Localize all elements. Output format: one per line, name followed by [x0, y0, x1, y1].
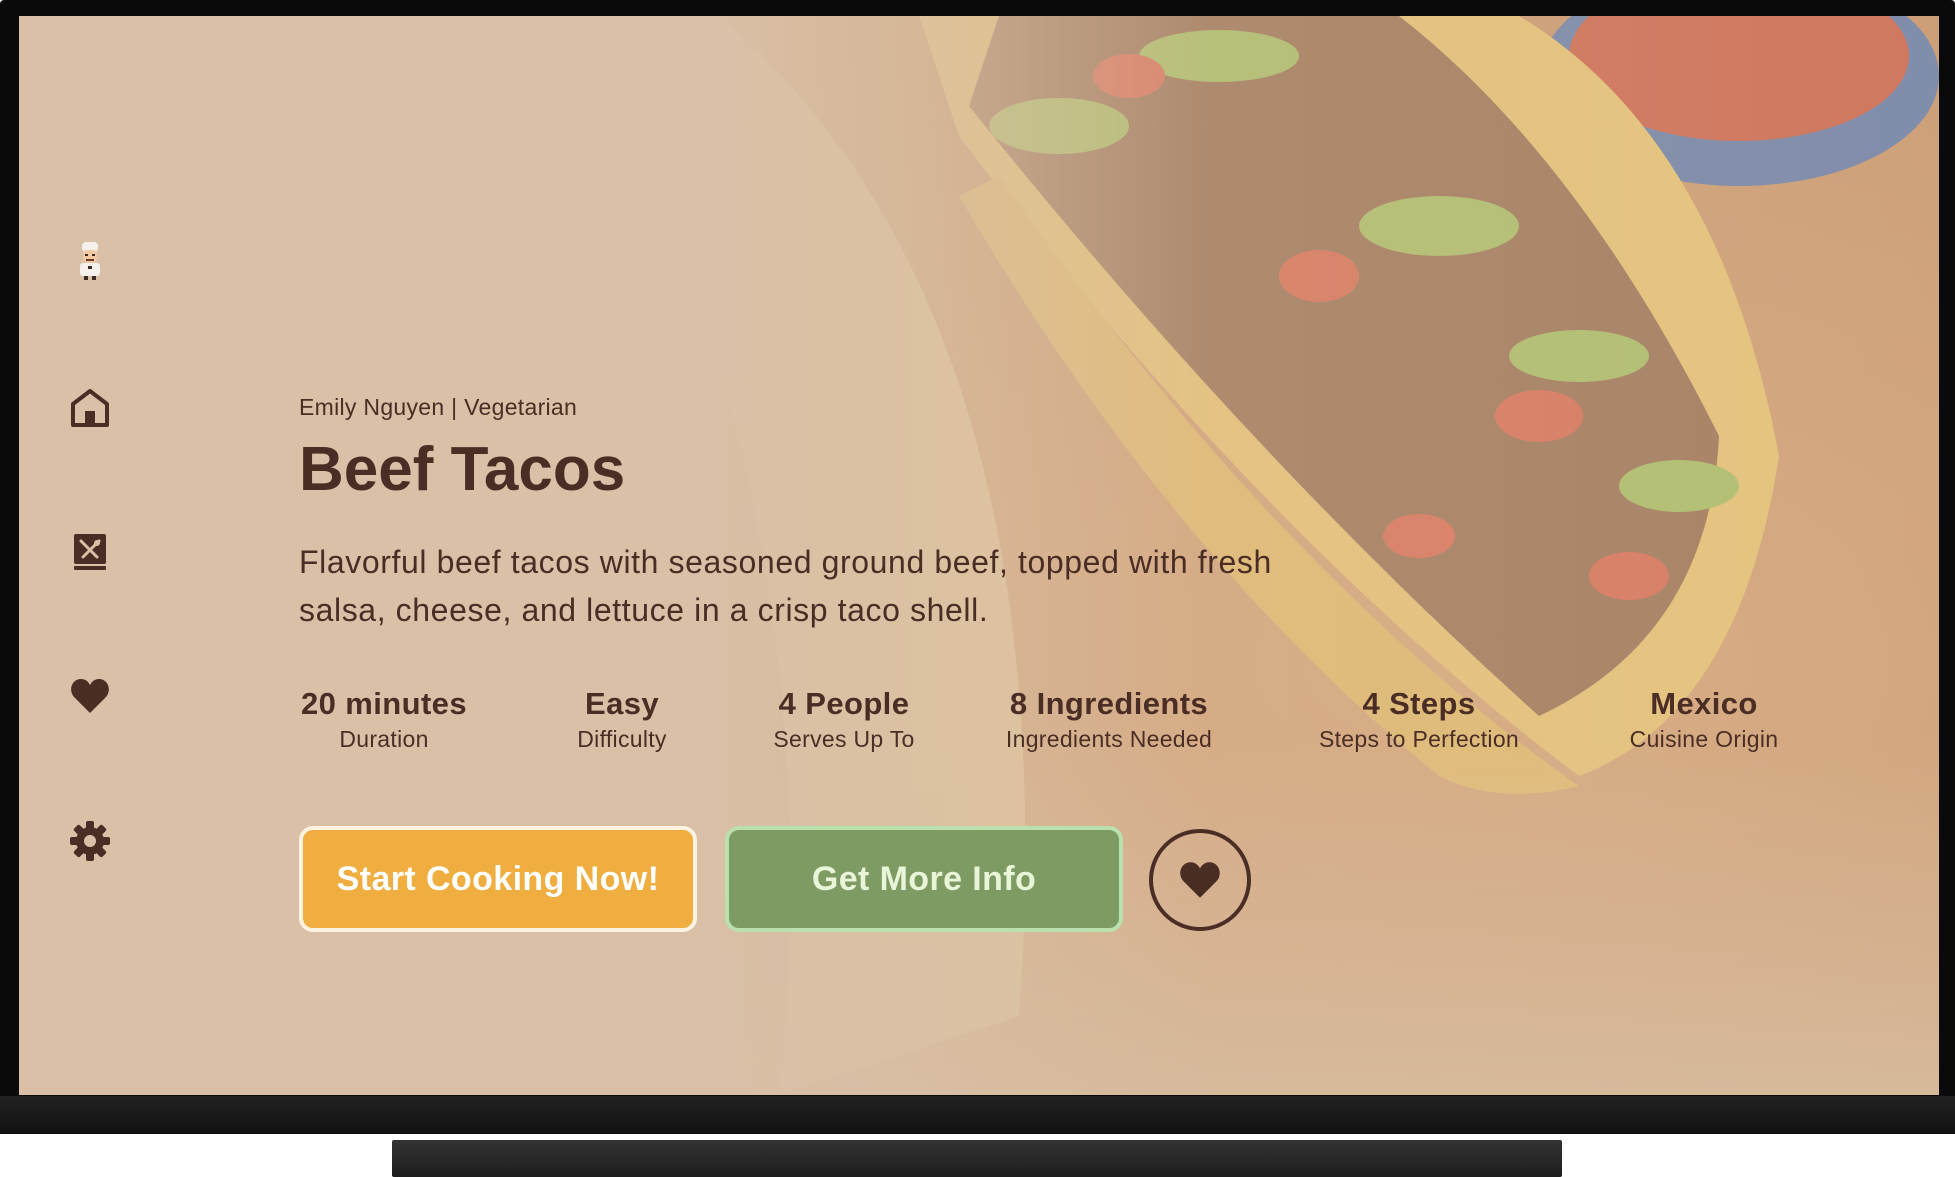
sidebar-item-home[interactable]	[67, 385, 113, 431]
heart-icon	[71, 679, 109, 713]
stat-value: 4 People	[778, 686, 910, 721]
recipe-title: Beef Tacos	[299, 435, 626, 504]
stat-steps: 4 Steps Steps to Perfection	[1299, 686, 1539, 753]
sidebar-item-recipes[interactable]	[67, 529, 113, 575]
recipe-book-icon	[74, 534, 106, 570]
get-more-info-button[interactable]: Get More Info	[725, 826, 1123, 932]
stat-value: Easy	[585, 686, 659, 721]
sidebar-item-favorites[interactable]	[67, 673, 113, 719]
stat-value: 20 minutes	[301, 686, 467, 721]
stat-servings: 4 People Serves Up To	[759, 686, 929, 753]
stat-ingredients: 8 Ingredients Ingredients Needed	[989, 686, 1229, 753]
stat-cuisine: Mexico Cuisine Origin	[1624, 686, 1784, 753]
tv-screen: Emily Nguyen | Vegetarian Beef Tacos Fla…	[19, 16, 1939, 1095]
recipe-byline: Emily Nguyen | Vegetarian	[299, 394, 578, 420]
home-icon	[71, 389, 109, 427]
stat-difficulty: Easy Difficulty	[562, 686, 682, 753]
favorite-button[interactable]	[1149, 829, 1251, 931]
gear-icon	[70, 821, 110, 861]
recipe-description: Flavorful beef tacos with seasoned groun…	[299, 544, 1272, 628]
tv-stand	[392, 1140, 1562, 1177]
sidebar-item-profile[interactable]	[67, 238, 113, 284]
stat-label: Cuisine Origin	[1629, 726, 1779, 752]
stat-label: Ingredients Needed	[1005, 726, 1213, 752]
stat-duration: 20 minutes Duration	[299, 686, 469, 753]
start-cooking-button[interactable]: Start Cooking Now!	[299, 826, 697, 932]
stat-label: Difficulty	[577, 726, 667, 752]
heart-icon	[1180, 862, 1220, 898]
stat-label: Duration	[339, 726, 429, 752]
stat-value: 8 Ingredients	[1009, 686, 1209, 721]
sidebar	[19, 16, 169, 1095]
stat-label: Serves Up To	[773, 726, 915, 752]
sidebar-item-settings[interactable]	[67, 818, 113, 864]
tv-chin	[0, 1096, 1955, 1134]
chef-avatar-icon	[80, 242, 100, 280]
stat-value: Mexico	[1650, 686, 1758, 721]
stat-label: Steps to Perfection	[1318, 726, 1520, 752]
stat-value: 4 Steps	[1362, 686, 1476, 721]
